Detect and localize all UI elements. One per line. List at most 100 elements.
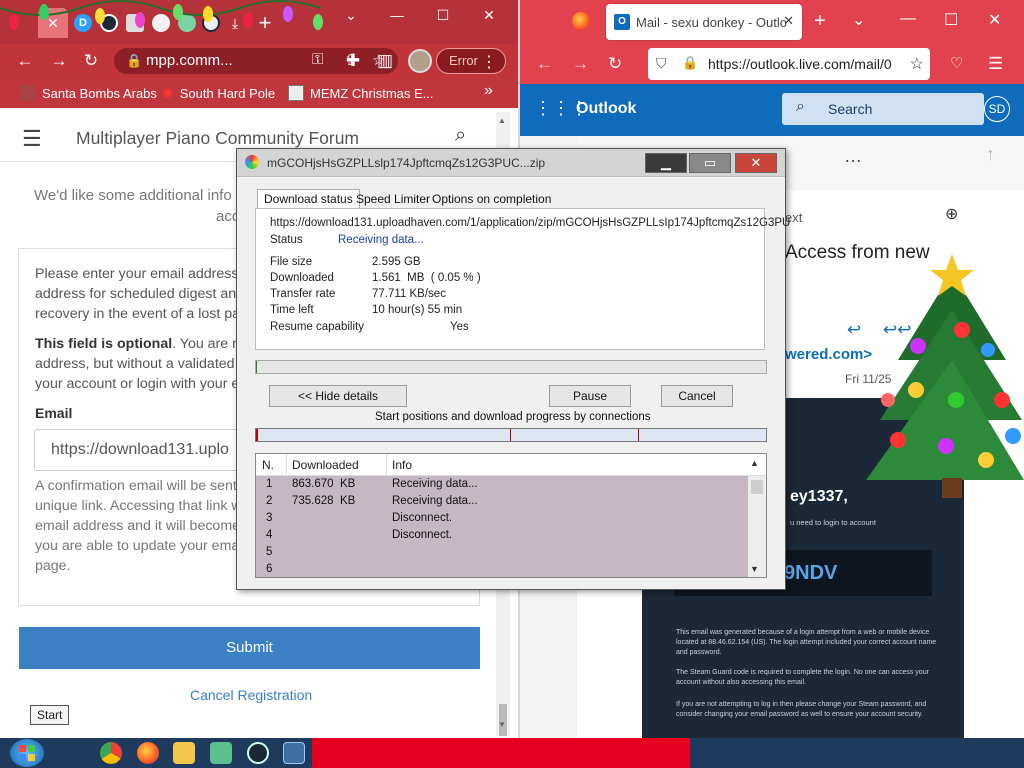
extensions-button[interactable]: ✚: [340, 49, 366, 73]
more-icon[interactable]: …: [844, 146, 862, 167]
tab-download-status[interactable]: Download status: [257, 189, 360, 209]
tab-close-button[interactable]: ✕: [38, 8, 68, 38]
bookmark-south-hard-pole[interactable]: ✺ South Hard Pole: [162, 85, 275, 102]
new-tab-button[interactable]: +: [814, 10, 826, 33]
close-window-icon[interactable]: ✕: [988, 10, 1001, 30]
error-badge[interactable]: Error ⋮: [436, 48, 506, 74]
zoom-icon[interactable]: ⊕: [945, 204, 958, 224]
scrollbar-thumb[interactable]: [751, 480, 763, 494]
explorer-icon[interactable]: [173, 742, 195, 764]
key-icon[interactable]: ⚿: [312, 51, 323, 68]
idm-icon[interactable]: [283, 742, 305, 764]
reload-button[interactable]: ↻: [78, 49, 104, 73]
tab-outlook-mail[interactable]: O Mail - sexu donkey - Outlo ✕: [606, 4, 802, 40]
scroll-up-icon[interactable]: ▲: [750, 458, 759, 468]
scroll-down-icon[interactable]: ▼: [750, 564, 759, 574]
reload-icon: ↻: [83, 51, 99, 70]
chrome-minimize-button[interactable]: —: [374, 0, 420, 30]
bookmark-memz[interactable]: MEMZ Christmas E...: [288, 85, 434, 101]
chrome-maximize-button[interactable]: ☐: [420, 0, 466, 30]
table-row[interactable]: 3 Disconnect.: [256, 510, 748, 527]
reload-icon[interactable]: ↻: [608, 54, 622, 74]
firefox-icon[interactable]: [572, 12, 590, 30]
close-icon[interactable]: ✕: [47, 15, 59, 32]
scroll-down-icon[interactable]: ▼: [498, 720, 506, 729]
list-scrollbar[interactable]: ▲ ▼: [748, 458, 766, 577]
bookmark-santa[interactable]: Santa Bombs Arabs: [20, 85, 157, 101]
back-button[interactable]: ←: [12, 49, 38, 73]
table-row[interactable]: 5: [256, 544, 748, 561]
back-icon[interactable]: ←: [536, 54, 553, 74]
steam-paragraph-3: If you are not attempting to log in then…: [676, 701, 927, 718]
dialog-minimize-button[interactable]: ▁: [645, 153, 687, 173]
steam-icon: [100, 14, 118, 32]
close-icon[interactable]: ✕: [783, 13, 794, 29]
search-icon[interactable]: ⌕: [455, 124, 466, 147]
close-icon: ✕: [750, 155, 762, 170]
tab-game-1[interactable]: [148, 8, 174, 38]
text-line: unique link. Accessing that link w: [35, 498, 242, 514]
firefox-icon[interactable]: [137, 742, 159, 764]
tab-steam[interactable]: [96, 8, 122, 38]
notepad-icon[interactable]: [210, 742, 232, 764]
tab-download[interactable]: ⤓: [222, 8, 248, 38]
start-icon[interactable]: [10, 739, 44, 767]
column-header-info[interactable]: Info: [392, 458, 412, 472]
column-header-n[interactable]: N.: [262, 458, 274, 472]
game-icon: [152, 14, 170, 32]
cancel-registration-link[interactable]: Cancel Registration: [190, 687, 312, 703]
table-row[interactable]: 4 Disconnect.: [256, 527, 748, 544]
tab-shield[interactable]: [122, 8, 148, 38]
optional-note: This field is optional. You are no addre…: [35, 334, 248, 394]
maximize-icon[interactable]: ☐: [944, 10, 958, 30]
steam-icon[interactable]: [247, 742, 269, 764]
submit-button[interactable]: Submit: [19, 627, 480, 669]
bookmarks-overflow-button[interactable]: »: [484, 82, 493, 100]
tab-speed-limiter[interactable]: Speed Limiter: [349, 189, 437, 209]
table-row[interactable]: 2 735.628 KB Receiving data...: [256, 493, 748, 510]
cancel-button[interactable]: Cancel: [661, 385, 733, 407]
address-text: mpp.comm...: [146, 52, 233, 69]
chrome-dropdown-button[interactable]: ⌄: [328, 0, 374, 30]
url-text: https://outlook.live.com/mail/0: [708, 56, 892, 72]
table-row[interactable]: 6: [256, 561, 748, 577]
firefox-tab-strip: O Mail - sexu donkey - Outlo ✕ + ⌄ — ☐ ✕: [520, 0, 1024, 44]
text-line: address, but without a validated: [35, 356, 235, 372]
arrow-left-icon: ←: [16, 51, 34, 70]
downloaded-value: 1.561 MB ( 0.05 % ): [372, 272, 481, 284]
email-greeting: ey1337,: [790, 488, 848, 505]
menu-icon[interactable]: ☰: [988, 54, 1003, 74]
arrow-up-icon[interactable]: ↑: [986, 144, 995, 165]
transfer-rate-value: 77.711 KB/sec: [372, 288, 446, 300]
new-tab-button[interactable]: +: [252, 8, 278, 38]
tab-options-on-completion[interactable]: Options on completion: [425, 189, 558, 209]
forward-icon[interactable]: →: [572, 54, 589, 74]
page-title: Multiplayer Piano Community Forum: [76, 128, 360, 148]
dialog-close-button[interactable]: ✕: [735, 153, 777, 173]
tab-steam-2[interactable]: [198, 8, 224, 38]
scroll-up-icon[interactable]: ▲: [498, 116, 506, 125]
tab-list-icon[interactable]: ⌄: [852, 10, 865, 30]
tab-game-2[interactable]: [174, 8, 200, 38]
avatar[interactable]: [408, 49, 432, 73]
chrome-close-button[interactable]: ✕: [466, 0, 512, 30]
pocket-icon[interactable]: ♡: [950, 54, 963, 72]
hide-details-button[interactable]: << Hide details: [269, 385, 407, 407]
sidepanel-button[interactable]: ▥: [372, 49, 398, 73]
pause-button[interactable]: Pause: [549, 385, 631, 407]
hamburger-menu-icon[interactable]: ☰: [22, 126, 42, 152]
minimize-icon[interactable]: —: [900, 10, 916, 28]
table-row[interactable]: 1 863.670 KB Receiving data...: [256, 476, 748, 493]
column-header-downloaded[interactable]: Downloaded: [292, 458, 359, 472]
tab-disqus[interactable]: D: [70, 8, 96, 38]
forward-button[interactable]: →: [46, 49, 72, 73]
connection-marker: [256, 429, 258, 441]
star-icon[interactable]: ☆: [909, 54, 924, 74]
firefox-url-bar[interactable]: ⛉ 🔒 https://outlook.live.com/mail/0 ☆: [648, 48, 930, 80]
chrome-icon[interactable]: [100, 742, 122, 764]
cell-n: 4: [266, 529, 273, 541]
search-icon: ⌕: [796, 98, 805, 115]
avatar[interactable]: SD: [984, 96, 1010, 122]
dialog-maximize-button[interactable]: ▭: [689, 153, 731, 173]
search-input[interactable]: ⌕ Search: [782, 93, 984, 125]
